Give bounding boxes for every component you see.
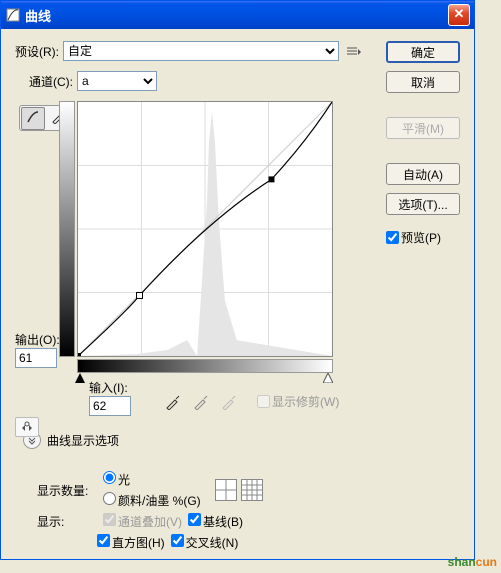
- preview-checkbox[interactable]: [386, 231, 399, 244]
- output-group: 输出(O):: [15, 331, 60, 368]
- auto-button[interactable]: 自动(A): [386, 163, 460, 185]
- dialog-body: 预设(R): 自定 通道(C): a 输出(O):: [1, 29, 474, 559]
- amount-ink-radio[interactable]: 颜料/油墨 %(G): [103, 492, 201, 509]
- eyedropper-gray-icon[interactable]: [193, 394, 209, 410]
- eyedropper-black-icon[interactable]: [165, 394, 181, 410]
- grid-large-icon[interactable]: [241, 479, 263, 501]
- options-body: 显示数量: 光 颜料/油墨 %(G) 显示: 通道叠加(V) 基线(B): [23, 459, 460, 551]
- options-button[interactable]: 选项(T)...: [386, 193, 460, 215]
- eyedropper-row: 显示修剪(W): [165, 393, 339, 410]
- preset-label: 预设(R):: [15, 43, 59, 60]
- curve-grid[interactable]: [77, 101, 333, 357]
- preset-menu-icon[interactable]: [345, 42, 363, 60]
- channel-label: 通道(C):: [29, 73, 73, 90]
- show-row-2: 直方图(H) 交叉线(N): [37, 534, 460, 551]
- smooth-button: 平滑(M): [386, 117, 460, 139]
- right-button-column: 确定 取消 平滑(M) 自动(A) 选项(T)... 预览(P): [386, 41, 460, 246]
- app-icon: [5, 7, 21, 23]
- input-field[interactable]: [89, 396, 131, 416]
- amount-light-radio[interactable]: 光: [103, 471, 201, 488]
- titlebar[interactable]: 曲线 ✕: [1, 1, 474, 29]
- grid-small-icon[interactable]: [215, 479, 237, 501]
- target-adjust-icon[interactable]: [15, 417, 39, 437]
- cancel-button[interactable]: 取消: [386, 71, 460, 93]
- histogram-check[interactable]: 直方图(H): [97, 534, 165, 551]
- curves-dialog: 曲线 ✕ 预设(R): 自定 通道(C): a 输出(O):: [0, 0, 475, 560]
- eyedropper-white-icon[interactable]: [221, 394, 237, 410]
- show-clipping-check: 显示修剪(W): [257, 393, 339, 410]
- curve-tool-icon[interactable]: [21, 107, 45, 130]
- display-options-header[interactable]: 曲线显示选项: [23, 431, 460, 449]
- input-label: 输入(I):: [89, 379, 131, 396]
- output-label: 输出(O):: [15, 331, 60, 348]
- output-field[interactable]: [15, 348, 57, 368]
- watermark: shancun: [448, 550, 497, 571]
- grid-size-icons: [215, 479, 263, 501]
- show-row-1: 显示: 通道叠加(V) 基线(B): [37, 513, 460, 530]
- display-options-section: 曲线显示选项 显示数量: 光 颜料/油墨 %(G) 显示: 通道叠: [15, 431, 460, 551]
- vertical-gradient: [59, 101, 75, 357]
- window-title: 曲线: [21, 6, 448, 25]
- channel-overlay-check: 通道叠加(V): [103, 513, 182, 530]
- white-slider[interactable]: [323, 373, 333, 383]
- intersection-check[interactable]: 交叉线(N): [171, 534, 239, 551]
- horizontal-gradient: [77, 359, 333, 373]
- ok-button[interactable]: 确定: [386, 41, 460, 63]
- preview-check[interactable]: 预览(P): [386, 229, 460, 246]
- baseline-check[interactable]: 基线(B): [188, 513, 243, 530]
- preset-select[interactable]: 自定: [63, 41, 339, 61]
- amount-row: 显示数量: 光 颜料/油墨 %(G): [37, 471, 460, 509]
- close-button[interactable]: ✕: [448, 4, 470, 26]
- channel-select[interactable]: a: [77, 71, 157, 91]
- black-slider[interactable]: [75, 373, 85, 383]
- show-clipping-checkbox: [257, 395, 270, 408]
- show-label: 显示:: [37, 513, 97, 530]
- input-group: 输入(I):: [89, 379, 131, 416]
- display-options-title: 曲线显示选项: [47, 432, 119, 449]
- amount-label: 显示数量:: [37, 482, 97, 499]
